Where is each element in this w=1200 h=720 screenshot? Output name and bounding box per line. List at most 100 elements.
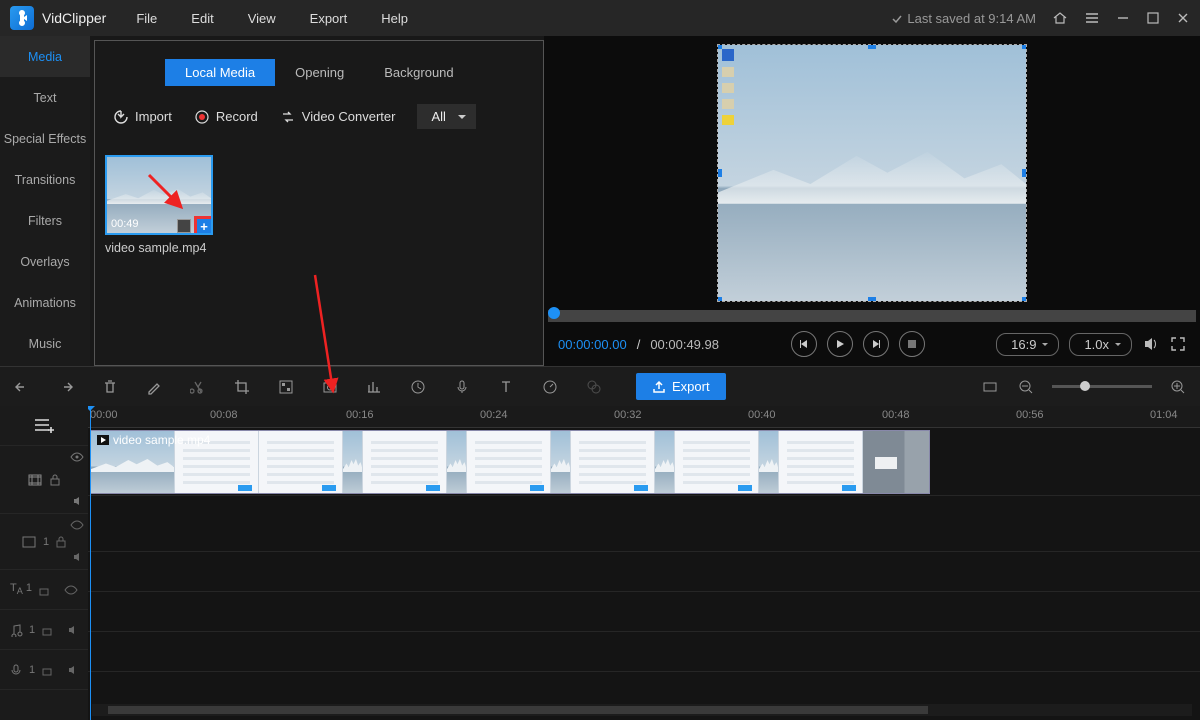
speaker-icon[interactable] (67, 664, 79, 676)
crop-handle[interactable] (1022, 297, 1027, 302)
zoom-in-icon[interactable] (1168, 377, 1188, 397)
overlay-track[interactable] (88, 496, 1200, 552)
snapshot-icon[interactable] (320, 377, 340, 397)
preview-canvas[interactable] (717, 44, 1027, 302)
speed-select[interactable]: 1.0x (1069, 333, 1132, 356)
scrubber-knob[interactable] (548, 307, 560, 319)
color-icon[interactable] (584, 377, 604, 397)
lock-icon[interactable] (41, 624, 53, 636)
video-track-head[interactable] (0, 446, 88, 514)
stop-button[interactable] (899, 331, 925, 357)
crop-icon[interactable] (232, 377, 252, 397)
voiceover-track[interactable] (88, 632, 1200, 672)
fullscreen-icon[interactable] (1170, 336, 1186, 352)
menu-help[interactable]: Help (381, 11, 408, 26)
crop-handle[interactable] (868, 297, 876, 302)
split-icon[interactable] (188, 377, 208, 397)
menu-file[interactable]: File (136, 11, 157, 26)
delete-icon[interactable] (100, 377, 120, 397)
text-track[interactable] (88, 552, 1200, 592)
media-thumbnail[interactable]: 00:49 + video sample.mp4 (105, 155, 213, 255)
zoom-slider[interactable] (1052, 385, 1152, 388)
preview-scrubber[interactable] (548, 310, 1196, 322)
record-button[interactable]: Record (194, 109, 258, 125)
app-logo (10, 6, 34, 30)
chart-icon[interactable] (364, 377, 384, 397)
zoom-slider-thumb[interactable] (1080, 381, 1090, 391)
eye-icon[interactable] (64, 585, 78, 595)
speaker-icon[interactable] (67, 624, 79, 636)
speed-icon[interactable] (540, 377, 560, 397)
volume-icon[interactable] (1142, 335, 1160, 353)
hamburger-icon[interactable] (1084, 10, 1100, 26)
subtab-opening[interactable]: Opening (275, 59, 364, 86)
export-button[interactable]: Export (636, 373, 726, 400)
import-button[interactable]: Import (113, 109, 172, 125)
maximize-icon[interactable] (1146, 11, 1160, 25)
lock-icon[interactable] (38, 584, 50, 596)
home-icon[interactable] (1052, 10, 1068, 26)
menu-edit[interactable]: Edit (191, 11, 213, 26)
duration-icon[interactable] (408, 377, 428, 397)
timeline-horizontal-scrollbar[interactable] (92, 704, 1192, 716)
play-button[interactable] (827, 331, 853, 357)
crop-handle[interactable] (868, 44, 876, 49)
overlay-track-head[interactable]: 1 (0, 514, 88, 570)
audio-track[interactable] (88, 592, 1200, 632)
crop-handle[interactable] (717, 169, 722, 177)
sidebar-item-animations[interactable]: Animations (0, 282, 90, 323)
crop-handle[interactable] (717, 297, 722, 302)
voice-icon[interactable] (452, 377, 472, 397)
redo-icon[interactable] (56, 377, 76, 397)
ruler-mark: 01:04 (1150, 409, 1178, 421)
ruler-mark: 00:56 (1016, 409, 1044, 421)
add-track-button[interactable] (0, 406, 88, 446)
eye-icon[interactable] (70, 520, 84, 530)
mosaic-icon[interactable] (276, 377, 296, 397)
sidebar-item-media[interactable]: Media (0, 36, 90, 77)
timeline-tracks[interactable]: 00:00 00:08 00:16 00:24 00:32 00:40 00:4… (88, 406, 1200, 720)
video-track[interactable]: video sample.mp4 (88, 428, 1200, 496)
media-filter-select[interactable]: All (417, 104, 475, 129)
add-to-timeline-button[interactable]: + (195, 217, 213, 235)
subtab-background[interactable]: Background (364, 59, 473, 86)
sidebar-item-music[interactable]: Music (0, 323, 90, 364)
ruler-mark: 00:32 (614, 409, 642, 421)
timeline-clip[interactable]: video sample.mp4 (90, 430, 930, 494)
eye-icon[interactable] (70, 452, 84, 462)
zoom-out-icon[interactable] (1016, 377, 1036, 397)
text-track-head[interactable]: TA 1 (0, 570, 88, 610)
menu-export[interactable]: Export (310, 11, 348, 26)
aspect-ratio-select[interactable]: 16:9 (996, 333, 1059, 356)
edit-icon[interactable] (144, 377, 164, 397)
lock-icon[interactable] (41, 664, 53, 676)
audio-track-head[interactable]: 1 (0, 610, 88, 650)
scrollbar-thumb[interactable] (108, 706, 928, 714)
playhead[interactable] (90, 406, 91, 720)
prev-frame-button[interactable] (791, 331, 817, 357)
time-ruler[interactable]: 00:00 00:08 00:16 00:24 00:32 00:40 00:4… (88, 406, 1200, 428)
sidebar-item-text[interactable]: Text (0, 77, 90, 118)
sidebar-item-overlays[interactable]: Overlays (0, 241, 90, 282)
sidebar-item-transitions[interactable]: Transitions (0, 159, 90, 200)
next-frame-button[interactable] (863, 331, 889, 357)
speaker-icon[interactable] (72, 551, 84, 563)
lock-icon[interactable] (49, 474, 61, 486)
crop-handle[interactable] (1022, 44, 1027, 49)
menu-view[interactable]: View (248, 11, 276, 26)
undo-icon[interactable] (12, 377, 32, 397)
subtab-local-media[interactable]: Local Media (165, 59, 275, 86)
crop-handle[interactable] (1022, 169, 1027, 177)
crop-handle[interactable] (717, 44, 722, 49)
speaker-icon[interactable] (72, 495, 84, 507)
sidebar-item-effects[interactable]: Special Effects (0, 118, 90, 159)
video-converter-button[interactable]: Video Converter (280, 109, 396, 125)
fit-icon[interactable] (980, 377, 1000, 397)
text-tool-icon[interactable] (496, 377, 516, 397)
close-icon[interactable] (1176, 11, 1190, 25)
voiceover-track-head[interactable]: 1 (0, 650, 88, 690)
lock-icon[interactable] (55, 536, 67, 548)
minimize-icon[interactable] (1116, 11, 1130, 25)
thumbnail-edit-icon[interactable] (177, 219, 191, 233)
sidebar-item-filters[interactable]: Filters (0, 200, 90, 241)
